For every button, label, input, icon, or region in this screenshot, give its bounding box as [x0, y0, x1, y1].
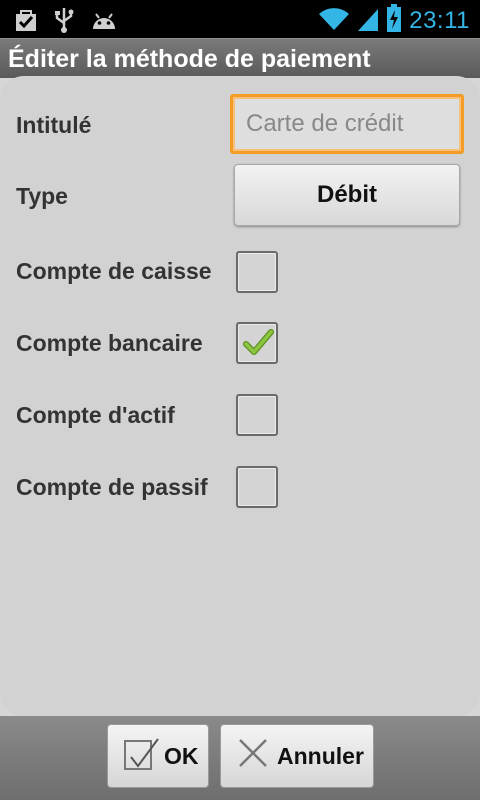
checkbox-label-actif: Compte d'actif: [16, 402, 175, 428]
name-label: Intitulé: [16, 112, 92, 138]
button-bar: OK Annuler: [0, 716, 480, 800]
type-label: Type: [16, 183, 68, 209]
shopping-bag-check-icon: [14, 8, 38, 37]
cancel-button[interactable]: Annuler: [220, 724, 374, 788]
dialog-title: Éditer la méthode de paiement: [0, 38, 480, 78]
ok-label: OK: [164, 742, 199, 769]
ok-icon: [122, 733, 162, 779]
clock: 23:11: [409, 6, 470, 34]
cancel-label: Annuler: [277, 742, 364, 769]
status-bar: 23:11: [0, 0, 480, 38]
checkbox-compte-bancaire[interactable]: [236, 322, 278, 364]
checkbox-label-bancaire: Compte bancaire: [16, 330, 203, 356]
battery-charging-icon: [387, 4, 402, 37]
checkbox-label-passif: Compte de passif: [16, 474, 208, 500]
ok-button[interactable]: OK: [107, 724, 209, 788]
checkmark-icon: [241, 326, 275, 365]
android-icon: [90, 9, 118, 36]
signal-icon: [357, 5, 379, 36]
type-button[interactable]: Débit: [234, 164, 460, 226]
checkbox-compte-actif[interactable]: [236, 394, 278, 436]
close-icon: [237, 737, 269, 775]
wifi-icon: [319, 6, 350, 35]
checkbox-compte-passif[interactable]: [236, 466, 278, 508]
checkbox-compte-caisse[interactable]: [236, 251, 278, 293]
name-input[interactable]: Carte de crédit: [230, 94, 464, 154]
checkbox-label-caisse: Compte de caisse: [16, 258, 212, 284]
usb-icon: [54, 7, 74, 38]
